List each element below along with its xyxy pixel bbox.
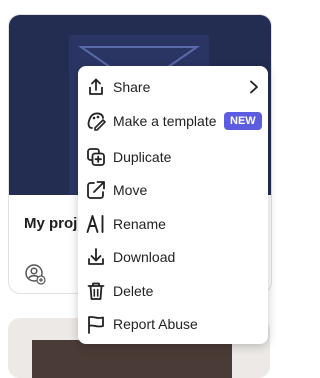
template-icon	[86, 111, 106, 131]
duplicate-icon	[86, 147, 106, 167]
move-icon	[86, 180, 106, 200]
rename-icon	[86, 214, 106, 234]
add-collaborator-icon[interactable]	[24, 263, 46, 285]
menu-item-move[interactable]: Move	[78, 174, 268, 206]
menu-item-report-abuse[interactable]: Report Abuse	[78, 308, 268, 340]
menu-item-duplicate[interactable]: Duplicate	[78, 141, 268, 173]
flag-icon	[86, 314, 106, 334]
menu-item-make-template[interactable]: Make a template NEW	[78, 105, 268, 137]
menu-item-label: Rename	[113, 216, 166, 232]
menu-item-rename[interactable]: Rename	[78, 208, 268, 240]
menu-item-download[interactable]: Download	[78, 241, 268, 273]
menu-item-share[interactable]: Share	[78, 71, 268, 103]
project-title[interactable]: My proje	[24, 215, 84, 232]
menu-item-label: Make a template	[113, 113, 217, 129]
menu-item-label: Delete	[113, 283, 154, 299]
download-icon	[86, 247, 106, 267]
share-icon	[86, 77, 106, 97]
menu-item-delete[interactable]: Delete	[78, 275, 268, 307]
menu-item-label: Report Abuse	[113, 316, 198, 332]
menu-item-label: Move	[113, 182, 148, 198]
project-thumbnail-next	[32, 340, 232, 378]
menu-item-label: Share	[113, 79, 151, 95]
trash-icon	[86, 281, 106, 301]
chevron-right-icon	[248, 79, 260, 95]
new-badge: NEW	[224, 112, 262, 130]
menu-item-label: Download	[113, 249, 176, 265]
context-menu: Share Make a template NEW Duplicate Move…	[78, 66, 268, 344]
menu-item-label: Duplicate	[113, 149, 172, 165]
